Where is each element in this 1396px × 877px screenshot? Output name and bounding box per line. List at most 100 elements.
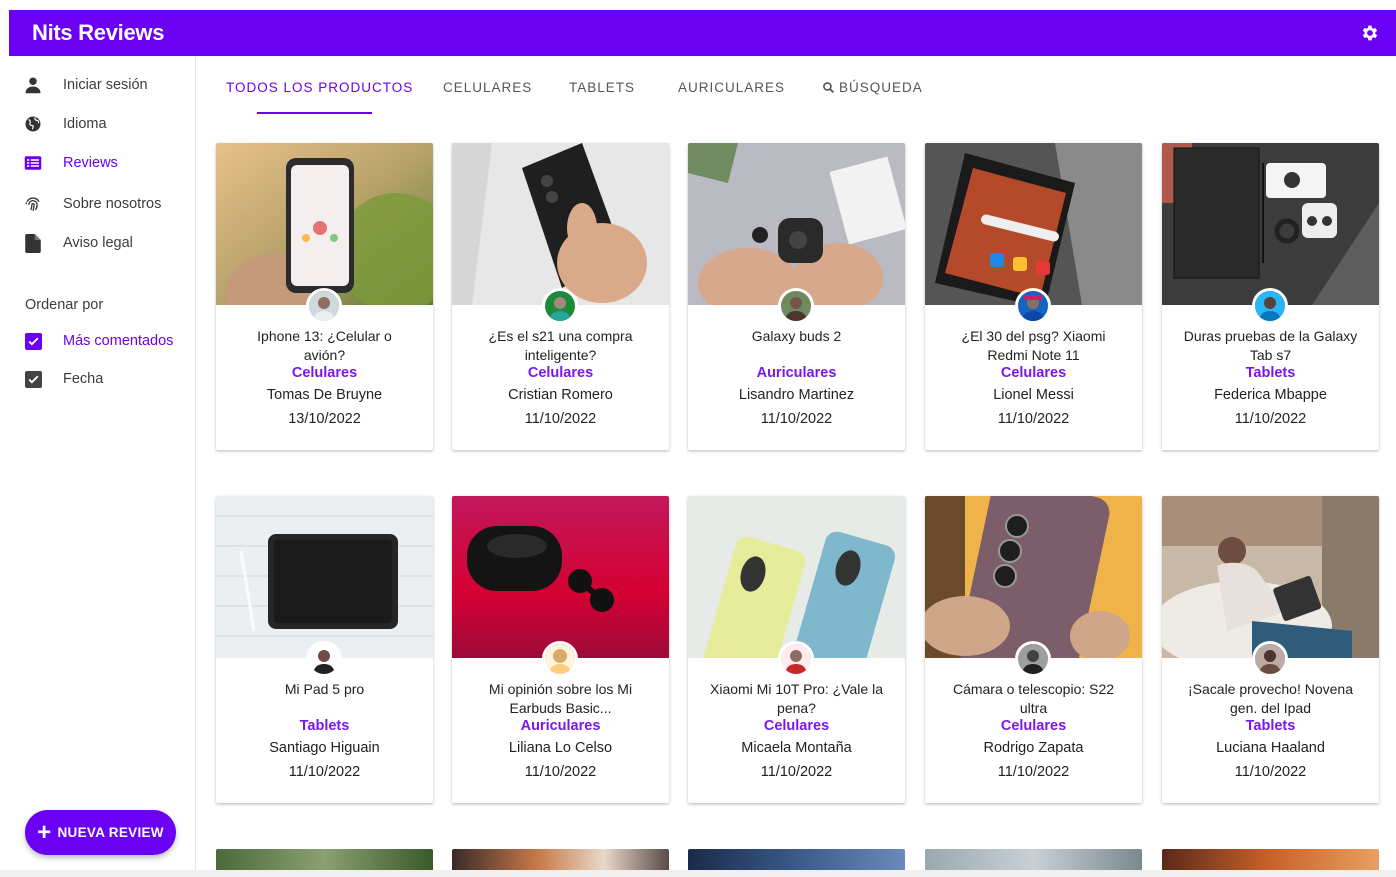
sidebar-item-legal[interactable]: Aviso legal [23,231,133,255]
review-date: 13/10/2022 [288,411,361,427]
review-title: Galaxy buds 2 [751,328,842,344]
product-image [925,496,1142,658]
app-bar: Nits Reviews [9,10,1396,56]
review-card[interactable]: Duras pruebas de la Galaxy Tab s7 Tablet… [1162,143,1379,450]
avatar [1015,288,1051,324]
review-author: Federica Mbappe [1214,387,1327,403]
review-author: Santiago Higuain [269,740,380,756]
checkbox-checked-icon[interactable] [24,332,42,350]
product-image [452,143,669,305]
review-card[interactable]: ¡Sacale provecho! Novena gen. del Ipad T… [1162,496,1379,803]
sidebar-item-label: Idioma [63,116,107,132]
review-author: Micaela Montaña [741,740,852,756]
tab-indicator [257,112,372,114]
avatar [1252,288,1288,324]
review-date: 11/10/2022 [1234,411,1307,427]
review-card[interactable]: Mi Pad 5 pro Tablets Santiago Higuain 11… [216,496,433,803]
avatar [306,288,342,324]
review-card[interactable]: Cámara o telescopio: S22 ultra Celulares… [925,496,1142,803]
avatar [1015,641,1051,677]
sort-option-most-commented[interactable]: Más comentados [23,329,173,353]
document-icon [23,233,43,253]
review-category[interactable]: Celulares [925,365,1142,381]
avatar [1252,641,1288,677]
review-category[interactable]: Tablets [1162,718,1379,734]
review-title: ¿Es el s21 una compra inteligente? [488,328,633,363]
review-category[interactable]: Celulares [216,365,433,381]
review-author: Tomas De Bruyne [266,387,383,403]
review-card[interactable]: Mi opinión sobre los Mi Earbuds Basic...… [452,496,669,803]
tab-headphones[interactable]: AURICULARES [678,80,785,95]
review-category[interactable]: Auriculares [452,718,669,734]
review-category[interactable]: Tablets [216,718,433,734]
product-image [688,496,905,658]
product-image [216,496,433,658]
globe-icon [23,114,43,134]
review-date: 11/10/2022 [288,764,361,780]
review-category[interactable]: Auriculares [688,365,905,381]
sidebar-item-language[interactable]: Idioma [23,112,107,136]
review-author: Liliana Lo Celso [508,740,613,756]
tab-tablets[interactable]: TABLETS [569,80,635,95]
sidebar-item-label: Sobre nosotros [63,196,162,212]
avatar [542,641,578,677]
sort-option-date[interactable]: Fecha [23,367,103,391]
review-card[interactable]: Galaxy buds 2 Auriculares Lisandro Marti… [688,143,905,450]
review-card[interactable]: ¿El 30 del psg? Xiaomi Redmi Note 11 Cel… [925,143,1142,450]
review-title: Mi opinión sobre los Mi Earbuds Basic... [488,681,633,716]
search-icon [823,82,835,94]
tab-search[interactable]: BÚSQUEDA [822,80,923,95]
tab-phones[interactable]: CELULARES [443,80,532,95]
review-card[interactable]: ¿Es el s21 una compra inteligente? Celul… [452,143,669,450]
app-title: Nits Reviews [32,20,165,45]
review-author: Lionel Messi [993,387,1074,403]
sidebar-item-reviews[interactable]: Reviews [23,151,118,175]
tab-all-products[interactable]: TODOS LOS PRODUCTOS [226,80,413,95]
review-title: ¿El 30 del psg? Xiaomi Redmi Note 11 [961,328,1106,363]
new-review-button[interactable]: + NUEVA REVIEW [25,810,176,855]
avatar [778,641,814,677]
review-card[interactable]: Xiaomi Mi 10T Pro: ¿Vale la pena? Celula… [688,496,905,803]
product-image [925,143,1142,305]
review-author: Lisandro Martinez [738,387,855,403]
review-category[interactable]: Celulares [925,718,1142,734]
review-title: Xiaomi Mi 10T Pro: ¿Vale la pena? [710,681,883,716]
sort-option-label: Más comentados [63,333,174,349]
horizontal-scrollbar[interactable] [0,870,1396,877]
review-author: Cristian Romero [508,387,613,403]
sidebar: Iniciar sesión Idioma Reviews Sobre noso… [9,56,196,877]
gear-icon[interactable] [1360,23,1380,43]
avatar [306,641,342,677]
review-date: 11/10/2022 [997,411,1070,427]
review-author: Rodrigo Zapata [983,740,1084,756]
avatar [542,288,578,324]
review-title: Mi Pad 5 pro [284,681,365,697]
review-title: Duras pruebas de la Galaxy Tab s7 [1183,328,1358,363]
sidebar-item-label: Iniciar sesión [63,77,148,93]
product-image [216,143,433,305]
review-title: Iphone 13: ¿Celular o avión? [257,328,392,363]
review-card[interactable]: Iphone 13: ¿Celular o avión? Celulares T… [216,143,433,450]
review-date: 11/10/2022 [760,764,833,780]
sidebar-item-login[interactable]: Iniciar sesión [23,73,148,97]
checkbox-checked-icon[interactable] [24,370,42,388]
category-tabs: TODOS LOS PRODUCTOS CELULARES TABLETS AU… [196,56,1396,116]
review-category[interactable]: Celulares [452,365,669,381]
sidebar-item-label: Aviso legal [63,235,133,251]
review-date: 11/10/2022 [524,764,597,780]
product-image [452,496,669,658]
review-category[interactable]: Tablets [1162,365,1379,381]
review-date: 11/10/2022 [760,411,833,427]
product-image [1162,496,1379,658]
plus-icon: + [37,818,52,846]
user-icon [23,75,43,95]
review-author: Luciana Haaland [1216,740,1325,756]
sidebar-item-about[interactable]: Sobre nosotros [23,192,161,216]
product-image [1162,143,1379,305]
sort-label: Ordenar por [25,297,104,313]
avatar [778,288,814,324]
product-image [688,143,905,305]
review-title: ¡Sacale provecho! Novena gen. del Ipad [1188,681,1353,716]
sort-option-label: Fecha [63,371,104,387]
review-category[interactable]: Celulares [688,718,905,734]
